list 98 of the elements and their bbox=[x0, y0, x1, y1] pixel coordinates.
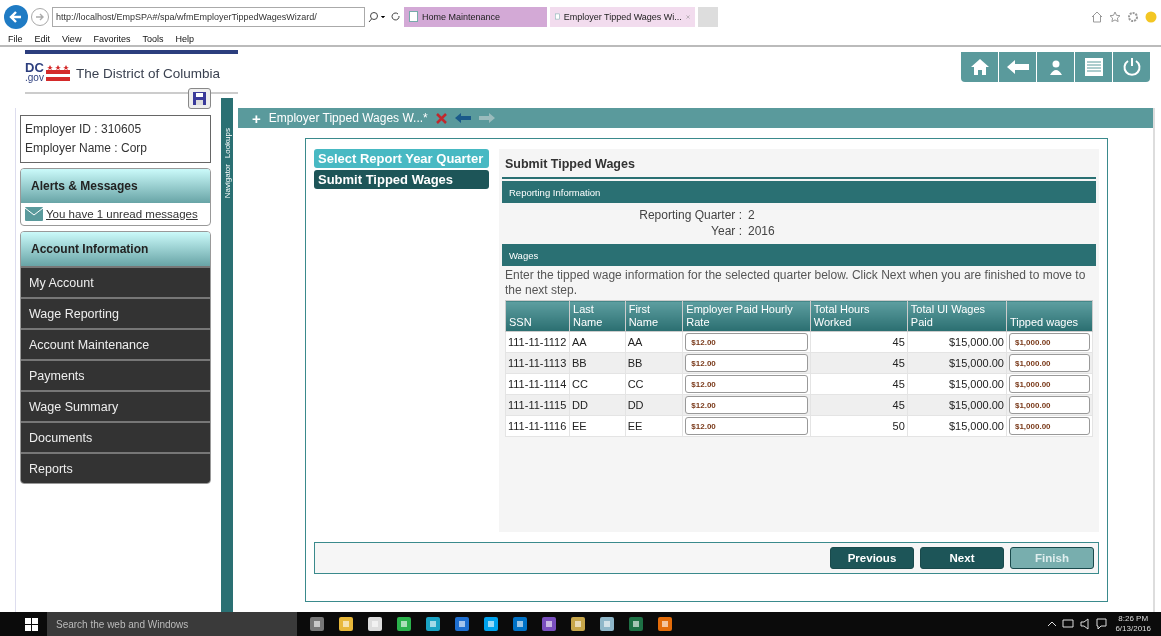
app-icon[interactable] bbox=[541, 616, 557, 632]
star-icon[interactable] bbox=[1109, 10, 1121, 23]
field-label: Year : bbox=[710, 223, 742, 239]
column-header: SSN bbox=[505, 300, 570, 332]
app-icon[interactable] bbox=[483, 616, 499, 632]
nav-item[interactable]: Account Maintenance bbox=[21, 328, 211, 359]
field-value: 2 bbox=[748, 207, 756, 223]
settings-icon[interactable] bbox=[1127, 10, 1139, 23]
strip-tab[interactable]: Lookups bbox=[222, 128, 232, 159]
list-icon bbox=[1084, 58, 1103, 76]
nav-item[interactable]: Wage Reporting bbox=[21, 297, 211, 328]
column-header: Last Name bbox=[569, 300, 626, 332]
tipped-wages-field[interactable]: $1,000.00 bbox=[1008, 333, 1090, 351]
table-cell: 111-11-1116 bbox=[505, 415, 570, 437]
menu-item[interactable]: View bbox=[62, 34, 82, 44]
app-icon[interactable] bbox=[657, 616, 673, 632]
panel-title: Alerts & Messages bbox=[21, 169, 211, 203]
home-icon[interactable] bbox=[1091, 10, 1103, 23]
tipped-wages-field[interactable]: $1,000.00 bbox=[1008, 396, 1090, 414]
rate-field[interactable]: $12.00 bbox=[685, 333, 808, 351]
site-title: The District of Columbia bbox=[75, 65, 220, 81]
section-heading: Submit Tipped Wages bbox=[502, 153, 1096, 179]
nav-item[interactable]: Payments bbox=[21, 359, 211, 390]
column-header: Total Hours Worked bbox=[810, 300, 908, 332]
refresh-icon[interactable] bbox=[391, 11, 401, 22]
app-icon[interactable] bbox=[367, 616, 383, 632]
home-icon bbox=[969, 58, 990, 76]
app-icon[interactable] bbox=[454, 616, 470, 632]
address-field[interactable]: http://localhost/EmpSPA#/spa/wfmEmployerTippedWagesWizard/ bbox=[52, 6, 365, 27]
app-icon[interactable] bbox=[396, 616, 412, 632]
menu-item[interactable]: Tools bbox=[142, 34, 164, 44]
search-field[interactable]: Search the web and Windows bbox=[47, 612, 297, 636]
app-icon[interactable] bbox=[599, 616, 615, 632]
menu-item[interactable]: Favorites bbox=[93, 34, 131, 44]
instructions: Enter the tipped wage information for the selected quarter below. Click Next when you are finished to move to the next step. bbox=[505, 268, 1087, 298]
home-button[interactable] bbox=[961, 52, 998, 82]
nav-item[interactable]: Documents bbox=[21, 421, 211, 452]
field-label: Reporting Quarter : bbox=[638, 207, 742, 223]
table-cell: 111-11-1113 bbox=[505, 352, 570, 374]
app-icon[interactable] bbox=[338, 616, 354, 632]
messages-link[interactable]: You have 1 unread messages bbox=[46, 208, 198, 220]
nav-item[interactable]: Reports bbox=[21, 452, 211, 483]
search-icon[interactable] bbox=[368, 10, 388, 23]
page-icon bbox=[409, 11, 418, 22]
menu-item[interactable]: Edit bbox=[34, 34, 51, 44]
field-value: 2016 bbox=[748, 223, 776, 239]
employer-id: Employer ID : 310605 bbox=[25, 121, 143, 138]
table-cell: 111-11-1115 bbox=[505, 394, 570, 416]
arrow-right-icon bbox=[35, 11, 45, 22]
back-button[interactable] bbox=[4, 4, 28, 29]
power-icon bbox=[1121, 57, 1142, 77]
back-button[interactable] bbox=[999, 52, 1036, 82]
menu-item[interactable]: File bbox=[8, 34, 23, 44]
app-icon[interactable] bbox=[425, 616, 441, 632]
arrow-left-icon bbox=[1006, 60, 1029, 74]
logo: DC .gov bbox=[25, 63, 70, 83]
table-cell: 111-11-1114 bbox=[505, 373, 570, 395]
arrow-left-icon bbox=[9, 9, 23, 24]
user-icon bbox=[1049, 59, 1062, 75]
nav-item[interactable]: My Account bbox=[21, 266, 211, 297]
save-button[interactable] bbox=[188, 88, 212, 109]
column-header: Total UI Wages Paid bbox=[907, 300, 1007, 332]
menu-item[interactable]: Help bbox=[175, 34, 194, 44]
wizard-step[interactable]: Submit Tipped Wages bbox=[314, 170, 489, 189]
table-cell: 111-11-1112 bbox=[505, 331, 570, 353]
rate-field[interactable]: $12.00 bbox=[685, 396, 808, 414]
wizard-button[interactable]: Previous bbox=[830, 547, 914, 569]
user-button[interactable] bbox=[1037, 52, 1074, 82]
rate-field[interactable]: $12.00 bbox=[685, 354, 808, 372]
tipped-wages-field[interactable]: $1,000.00 bbox=[1008, 375, 1090, 393]
app-icon[interactable] bbox=[512, 616, 528, 632]
app-icon[interactable] bbox=[628, 616, 644, 632]
column-header: Employer Paid Hourly Rate bbox=[682, 300, 811, 332]
list-button[interactable] bbox=[1075, 52, 1112, 82]
column-header: First Name bbox=[625, 300, 683, 332]
windows-icon[interactable] bbox=[25, 617, 38, 631]
panel-title: Account Information bbox=[21, 232, 211, 266]
envelope-icon bbox=[25, 207, 43, 221]
clock-time: 8:26 PM bbox=[1118, 614, 1149, 624]
browser-tab[interactable]: Employer Tipped Wages Wi... bbox=[550, 6, 695, 27]
tray-icons[interactable] bbox=[1047, 618, 1108, 630]
rate-field[interactable]: $12.00 bbox=[685, 417, 808, 435]
employer-name: Employer Name : Corp bbox=[25, 140, 149, 157]
power-button[interactable] bbox=[1113, 52, 1150, 82]
tipped-wages-field[interactable]: $1,000.00 bbox=[1008, 417, 1090, 435]
strip-tab[interactable]: Navigator bbox=[222, 164, 232, 199]
browser-tab[interactable]: Home Maintenance bbox=[404, 6, 547, 27]
tipped-wages-field[interactable]: $1,000.00 bbox=[1008, 354, 1090, 372]
app-icon[interactable] bbox=[570, 616, 586, 632]
clock-date: 6/13/2016 bbox=[1115, 624, 1151, 634]
app-icon[interactable] bbox=[309, 616, 325, 632]
nav-item[interactable]: Wage Summary bbox=[21, 390, 211, 421]
page-icon bbox=[555, 11, 560, 22]
column-header: Tipped wages bbox=[1006, 300, 1093, 332]
section-header: Wages bbox=[502, 244, 1096, 266]
wizard-button[interactable]: Next bbox=[920, 547, 1004, 569]
section-header: Reporting Information bbox=[502, 181, 1096, 203]
rate-field[interactable]: $12.00 bbox=[685, 375, 808, 393]
